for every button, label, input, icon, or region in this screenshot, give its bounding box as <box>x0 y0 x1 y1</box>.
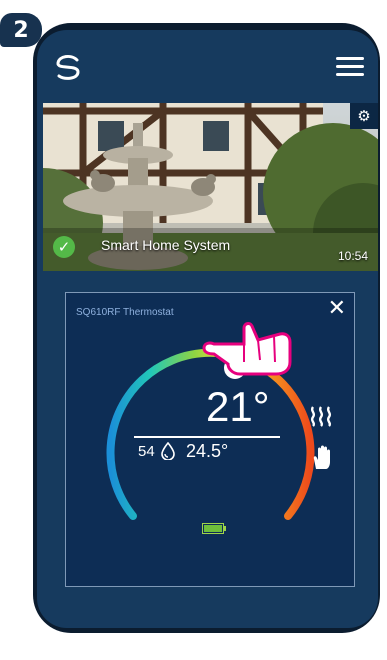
gear-icon[interactable]: ⚙ <box>350 103 378 129</box>
heating-icon[interactable] <box>308 405 334 427</box>
manual-hand-icon[interactable] <box>310 445 334 471</box>
top-bar <box>37 30 378 100</box>
check-icon: ✓ <box>53 236 75 258</box>
menu-icon[interactable] <box>336 57 364 79</box>
battery-icon <box>202 523 226 534</box>
humidity-value: 54 <box>138 443 155 460</box>
tap-hand-icon <box>202 322 292 376</box>
camera-time: 10:54 <box>337 249 368 263</box>
step-badge: 2 <box>0 13 42 47</box>
humidity-icon <box>161 442 175 460</box>
camera-preview[interactable]: ⚙ ✓ Smart Home System 10:54 <box>43 103 378 271</box>
camera-label: Smart Home System <box>101 237 231 253</box>
set-temperature: 21° <box>206 383 270 430</box>
divider <box>134 436 280 438</box>
logo-icon[interactable] <box>51 52 85 82</box>
current-temperature: 24.5° <box>186 441 229 461</box>
